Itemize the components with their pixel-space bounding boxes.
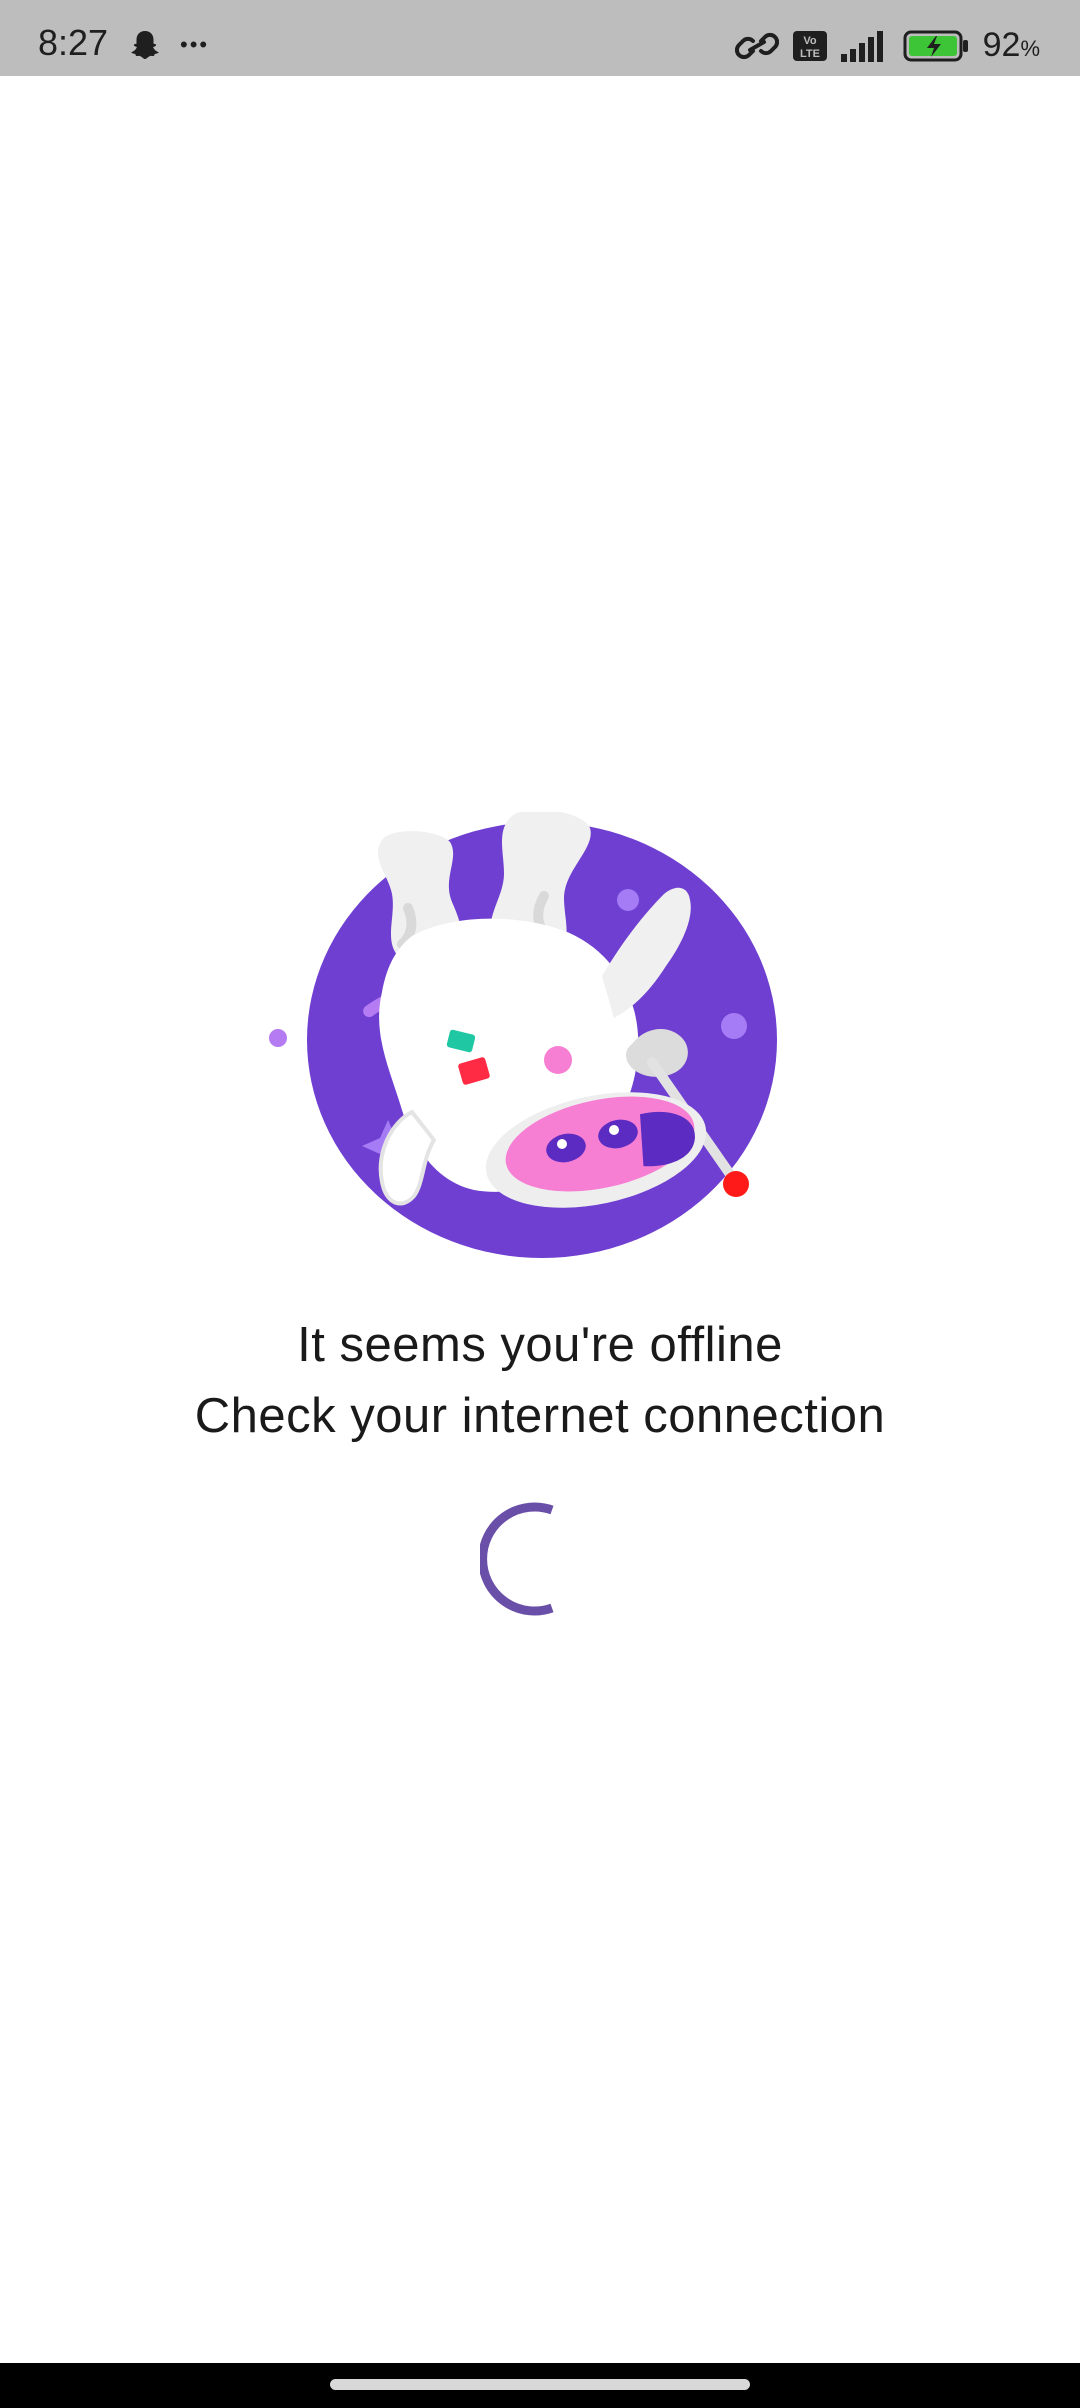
pink-dot bbox=[544, 1046, 572, 1074]
battery-percent: 92% bbox=[982, 26, 1040, 64]
snapchat-ghost-icon bbox=[131, 31, 159, 59]
spinner-arc bbox=[480, 1502, 554, 1616]
antenna-tip bbox=[723, 1171, 749, 1197]
offline-message: It seems you're offline Check your inter… bbox=[0, 1310, 1080, 1452]
home-indicator[interactable] bbox=[330, 2379, 750, 2390]
status-time: 8:27 bbox=[38, 22, 109, 63]
offline-title: It seems you're offline bbox=[297, 1318, 783, 1372]
loading-spinner bbox=[480, 1502, 554, 1616]
link-icon bbox=[734, 32, 779, 59]
planet-dot bbox=[721, 1013, 747, 1039]
offline-screen: 8:27 ••• Vo LTE 92% It seems you're offl… bbox=[0, 0, 1080, 2408]
status-bar: 8:27 ••• Vo LTE 92% bbox=[0, 0, 1080, 76]
navigation-bar bbox=[0, 2363, 1080, 2408]
planet-dot bbox=[617, 889, 639, 911]
svg-text:Vo: Vo bbox=[803, 35, 817, 47]
offline-subtitle: Check your internet connection bbox=[194, 1389, 886, 1443]
svg-text:LTE: LTE bbox=[800, 48, 820, 60]
battery-charging-icon bbox=[903, 30, 968, 61]
status-right-icons: Vo LTE 92% bbox=[734, 26, 1040, 65]
volte-icon: Vo LTE bbox=[792, 30, 827, 61]
spill-drop bbox=[269, 1029, 287, 1047]
signal-icon bbox=[840, 30, 883, 62]
offline-cow-illustration bbox=[269, 812, 777, 1258]
overflow-dots: ••• bbox=[180, 32, 210, 57]
status-left-icons: ••• bbox=[128, 28, 209, 62]
